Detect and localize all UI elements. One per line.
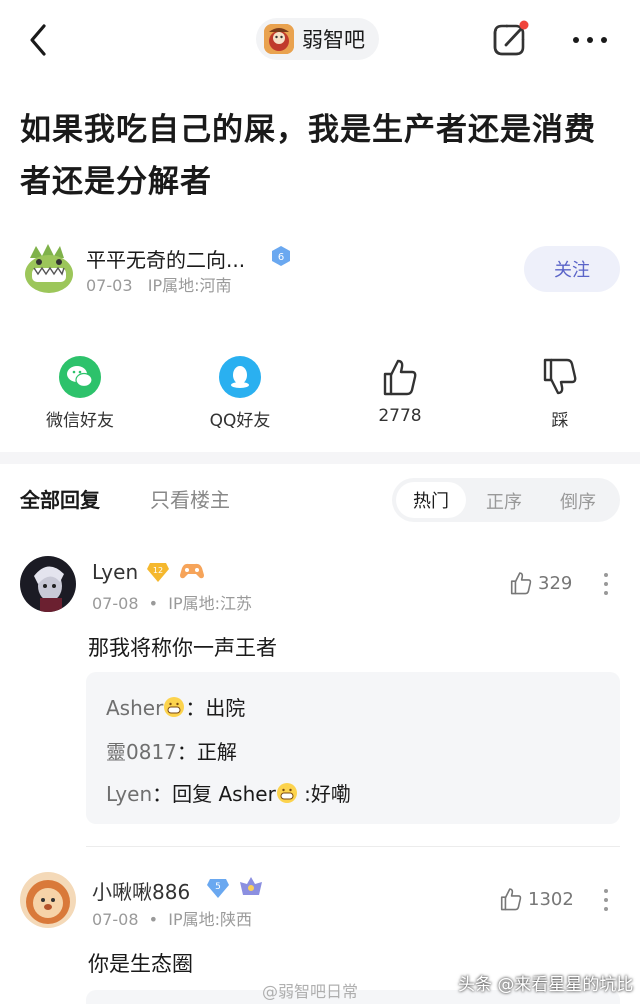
tab-op-only[interactable]: 只看楼主 bbox=[150, 484, 230, 513]
comment-meta: 07-08 • IP属地:陕西 bbox=[92, 906, 252, 930]
meta-separator: • bbox=[148, 910, 159, 929]
reply-author[interactable]: Lyen bbox=[106, 782, 152, 806]
post-title: 如果我吃自己的屎，我是生产者还是消费者还是分解者 bbox=[20, 112, 596, 200]
reply-text: 正解 bbox=[196, 740, 237, 764]
author-name[interactable]: 平平无奇的二向... bbox=[86, 244, 245, 273]
wechat-icon bbox=[59, 356, 101, 398]
reply-text: 回复 Asher bbox=[172, 782, 276, 806]
gamepad-badge-icon bbox=[178, 560, 206, 586]
comment-like-count: 329 bbox=[538, 572, 573, 594]
author-avatar[interactable] bbox=[20, 238, 78, 296]
share-wechat-label: 微信好友 bbox=[46, 411, 114, 431]
level-badge: 12 bbox=[146, 561, 170, 587]
author-meta: 07-03 IP属地:河南 bbox=[86, 272, 232, 296]
grin-emoji-icon bbox=[276, 783, 297, 803]
forum-name: 弱智吧 bbox=[302, 28, 365, 52]
thumbs-up-icon bbox=[510, 572, 532, 595]
more-dots-icon bbox=[573, 37, 607, 43]
share-qq-label: QQ好友 bbox=[209, 411, 271, 431]
share-qq[interactable]: QQ好友 bbox=[180, 356, 300, 431]
like-count: 2778 bbox=[378, 406, 422, 426]
follow-button[interactable]: 关注 bbox=[524, 246, 620, 292]
level-badge: 6 bbox=[270, 245, 292, 267]
dislike-button[interactable]: 踩 bbox=[500, 356, 620, 431]
reply-line: 靈0817：正解 bbox=[106, 736, 237, 765]
dislike-label: 踩 bbox=[551, 411, 569, 431]
svg-text:6: 6 bbox=[278, 252, 284, 263]
comment-avatar[interactable] bbox=[20, 556, 76, 612]
chevron-left-icon bbox=[30, 24, 46, 56]
comment-author-name[interactable]: Lyen bbox=[92, 560, 138, 584]
reply-separator: ： bbox=[176, 740, 197, 764]
crown-badge-icon bbox=[238, 875, 264, 903]
comment-like-button[interactable]: 329 bbox=[508, 570, 572, 596]
comment-meta: 07-08 • IP属地:江苏 bbox=[92, 590, 252, 614]
comment-avatar[interactable] bbox=[20, 872, 76, 928]
comment-like-count: 1302 bbox=[528, 888, 574, 910]
reply-tail: :好嘞 bbox=[297, 782, 351, 806]
comment-ip: IP属地:陕西 bbox=[168, 910, 253, 929]
sort-toggle: 热门 正序 倒序 bbox=[392, 478, 620, 522]
reply-separator: ： bbox=[152, 782, 173, 806]
sort-hot-button[interactable]: 热门 bbox=[396, 482, 466, 518]
thumbs-down-icon bbox=[539, 356, 581, 398]
reply-line: Lyen：回复 Asher :好嘞 bbox=[106, 778, 351, 807]
reply-line: Asher ：出院 bbox=[106, 692, 245, 721]
thumbs-up-icon bbox=[379, 356, 421, 398]
comment-like-button[interactable]: 1302 bbox=[498, 886, 574, 912]
sort-desc-button[interactable]: 倒序 bbox=[560, 488, 596, 514]
comment-author-name[interactable]: 小啾啾886 bbox=[92, 876, 190, 905]
comment-more-button[interactable] bbox=[602, 571, 610, 597]
qq-icon bbox=[219, 356, 261, 398]
section-divider bbox=[0, 452, 640, 464]
comment-text: 你是生态圈 bbox=[88, 952, 193, 976]
tab-all-replies[interactable]: 全部回复 bbox=[20, 484, 100, 513]
thumbs-up-icon bbox=[500, 888, 522, 911]
grin-emoji-icon bbox=[164, 697, 185, 717]
comment-date: 07-08 bbox=[92, 910, 139, 929]
comment-date: 07-08 bbox=[92, 594, 139, 613]
more-vertical-icon bbox=[604, 573, 608, 595]
comment-text: 那我将称你一声王者 bbox=[88, 636, 277, 660]
back-button[interactable] bbox=[22, 20, 58, 60]
svg-text:5: 5 bbox=[215, 882, 221, 892]
comment-more-button[interactable] bbox=[602, 887, 610, 913]
watermark-center: @弱智吧日常 bbox=[262, 982, 359, 1001]
reply-author[interactable]: 靈0817 bbox=[106, 740, 177, 764]
comment-ip: IP属地:江苏 bbox=[168, 594, 253, 613]
forum-avatar bbox=[264, 24, 294, 54]
watermark-right: 头条 @来看星星的坑比 bbox=[458, 975, 634, 995]
share-wechat[interactable]: 微信好友 bbox=[20, 356, 140, 431]
level-badge: 5 bbox=[206, 877, 230, 903]
comment-separator bbox=[86, 846, 620, 847]
reply-separator: ： bbox=[185, 696, 206, 720]
svg-text:12: 12 bbox=[153, 566, 163, 575]
edit-icon bbox=[493, 20, 529, 56]
reply-author[interactable]: Asher bbox=[106, 696, 163, 720]
reply-preview-box[interactable]: Asher ：出院 靈0817：正解 Lyen：回复 Asher :好嘞 bbox=[86, 672, 620, 824]
more-button[interactable] bbox=[568, 26, 612, 54]
meta-separator: • bbox=[148, 594, 159, 613]
post-ip: IP属地:河南 bbox=[147, 276, 232, 295]
like-post-button[interactable]: 2778 bbox=[340, 356, 460, 426]
edit-button[interactable] bbox=[490, 18, 532, 60]
sort-asc-button[interactable]: 正序 bbox=[486, 488, 522, 514]
top-bar: 弱智吧 bbox=[0, 0, 640, 80]
reply-text: 出院 bbox=[205, 696, 246, 720]
post-date: 07-03 bbox=[86, 276, 133, 295]
forum-pill[interactable]: 弱智吧 bbox=[256, 18, 379, 60]
more-vertical-icon bbox=[604, 889, 608, 911]
